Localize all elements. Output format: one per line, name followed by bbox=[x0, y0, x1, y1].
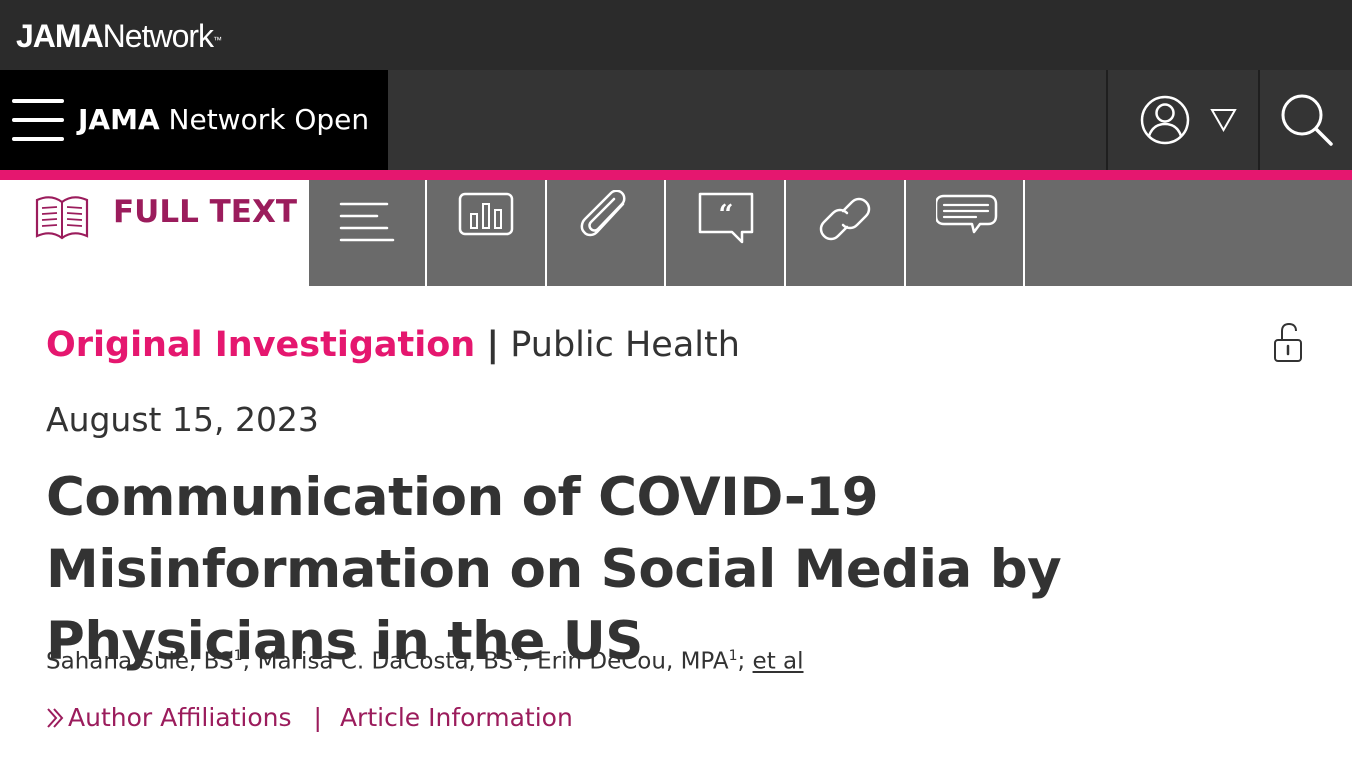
comments-icon bbox=[936, 194, 998, 234]
journal-nav-left: JAMA Network Open bbox=[0, 70, 388, 170]
brand-rest: Network bbox=[102, 18, 214, 54]
link-icon bbox=[819, 197, 871, 241]
links-separator: | bbox=[313, 703, 322, 732]
journal-bold: JAMA bbox=[78, 103, 160, 136]
publish-date: August 15, 2023 bbox=[46, 400, 319, 439]
attachment-icon bbox=[580, 190, 626, 237]
double-chevron-right-icon bbox=[47, 708, 64, 728]
affiliation-marker: 1 bbox=[728, 648, 738, 664]
dropdown-triangle-icon bbox=[1210, 109, 1237, 133]
journal-navbar: JAMA Network Open bbox=[0, 70, 1352, 170]
search-icon bbox=[1281, 94, 1333, 146]
top-brand-bar: JAMANetwork™ bbox=[0, 0, 1352, 70]
category-secondary[interactable]: Public Health bbox=[510, 325, 740, 365]
tab-full-text[interactable]: FULL TEXT bbox=[0, 180, 307, 286]
brand-bold: JAMA bbox=[16, 18, 104, 54]
category-separator: | bbox=[486, 325, 500, 365]
search-button[interactable] bbox=[1260, 70, 1352, 170]
author-name[interactable]: Marisa C. DaCosta, BS bbox=[258, 649, 513, 675]
open-book-icon bbox=[35, 196, 89, 240]
full-text-label: FULL TEXT bbox=[113, 194, 298, 230]
journal-title[interactable]: JAMA Network Open bbox=[78, 100, 369, 140]
tab-permissions[interactable] bbox=[784, 180, 902, 286]
article-category: Original Investigation | Public Health bbox=[46, 322, 740, 368]
author-name[interactable]: Erin DeCou, MPA bbox=[537, 649, 728, 675]
affiliation-marker: 1 bbox=[513, 648, 523, 664]
et-al-link[interactable]: et al bbox=[753, 649, 804, 675]
author-affiliations-link[interactable]: Author Affiliations bbox=[68, 703, 292, 732]
svg-text:“: “ bbox=[719, 200, 734, 230]
tab-comments[interactable] bbox=[904, 180, 1022, 286]
author-list: Sahana Sule, BS1; Marisa C. DaCosta, BS1… bbox=[46, 648, 804, 675]
author-name[interactable]: Sahana Sule, BS bbox=[46, 649, 234, 675]
figures-icon bbox=[458, 192, 514, 236]
jama-network-logo[interactable]: JAMANetwork™ bbox=[16, 18, 222, 54]
tab-empty bbox=[1023, 180, 1352, 286]
user-icon bbox=[1140, 95, 1237, 145]
tab-outline[interactable] bbox=[307, 180, 425, 286]
tab-supplemental[interactable] bbox=[545, 180, 663, 286]
tab-cite[interactable]: “ bbox=[664, 180, 782, 286]
article-tabs: FULL TEXT “ bbox=[0, 180, 1352, 286]
open-access-lock bbox=[1268, 322, 1308, 368]
quote-icon: “ bbox=[698, 192, 754, 244]
user-account-button[interactable] bbox=[1108, 70, 1258, 170]
brand-trademark: ™ bbox=[213, 35, 223, 45]
accent-line bbox=[0, 170, 1352, 180]
menu-icon[interactable] bbox=[12, 99, 64, 141]
category-primary[interactable]: Original Investigation bbox=[46, 325, 475, 365]
outline-icon bbox=[339, 202, 395, 242]
article-links: Author Affiliations | Article Information bbox=[46, 700, 573, 736]
unlock-icon bbox=[1274, 322, 1302, 362]
author-affiliations-toggle[interactable] bbox=[46, 700, 68, 736]
tab-figures[interactable] bbox=[425, 180, 543, 286]
article-information-link[interactable]: Article Information bbox=[340, 703, 573, 732]
affiliation-marker: 1 bbox=[233, 648, 243, 664]
journal-rest: Network Open bbox=[168, 103, 370, 136]
